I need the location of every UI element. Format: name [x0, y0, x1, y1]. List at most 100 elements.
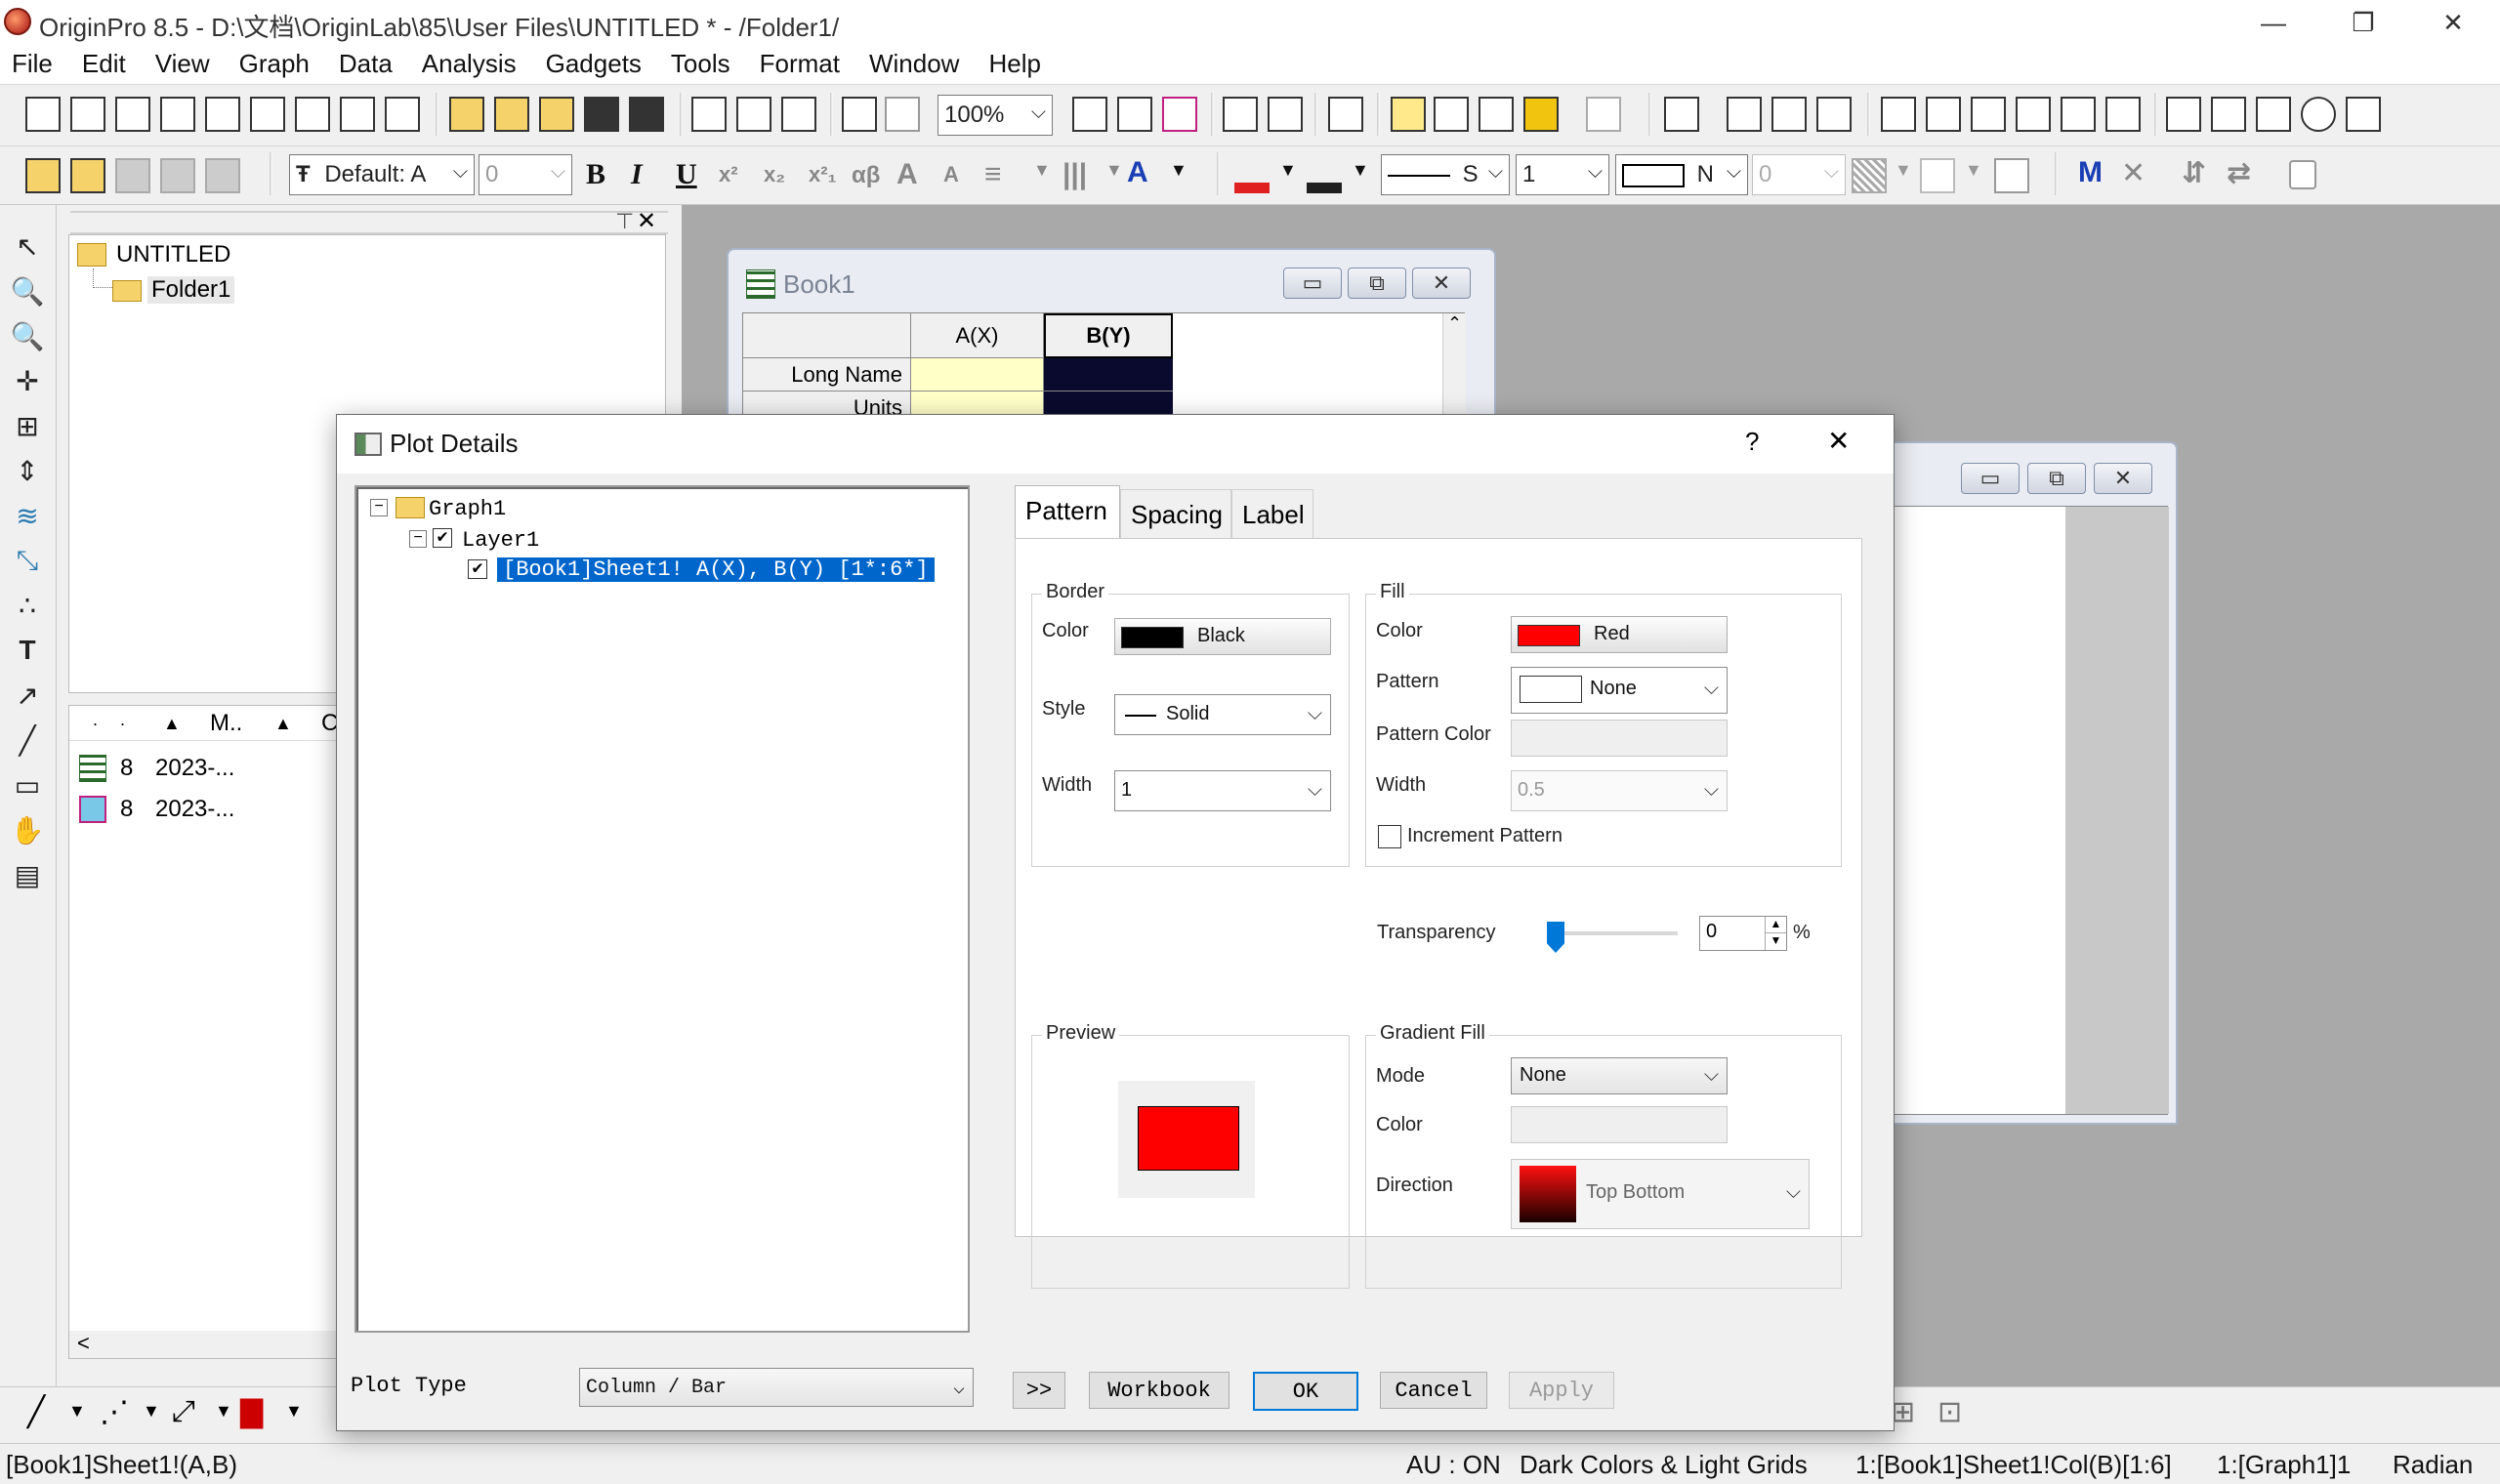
- explorer-close-icon[interactable]: ✕: [637, 207, 656, 235]
- tree-root[interactable]: UNTITLED: [116, 241, 230, 268]
- new-matrix-icon[interactable]: [250, 97, 285, 132]
- layer-1-icon[interactable]: [1727, 97, 1762, 132]
- new-folder-icon[interactable]: [70, 97, 105, 132]
- list-icon[interactable]: [2166, 97, 2201, 132]
- graph-rescale-icon[interactable]: [1664, 97, 1699, 132]
- increment-pattern-checkbox[interactable]: [1378, 825, 1401, 848]
- open-template-icon[interactable]: [494, 97, 529, 132]
- border-style-combo[interactable]: Solid ⌵: [1114, 694, 1331, 735]
- sort-asc-icon[interactable]: ▲: [274, 714, 292, 734]
- border-icon[interactable]: [1920, 158, 1955, 193]
- chevron-down-icon[interactable]: ▼: [1279, 160, 1297, 181]
- table-icon[interactable]: [1994, 158, 2029, 193]
- menu-edit[interactable]: Edit: [82, 49, 126, 79]
- sort-asc-icon[interactable]: ▲: [163, 714, 181, 734]
- data-reader-icon[interactable]: ⊞: [10, 408, 45, 443]
- tab-spacing[interactable]: Spacing: [1120, 489, 1231, 540]
- bold-button[interactable]: B: [586, 158, 605, 191]
- thermometer-icon[interactable]: [2256, 97, 2291, 132]
- close-icon[interactable]: ✕: [1412, 268, 1471, 299]
- supsub-icon[interactable]: x²₁: [809, 162, 837, 187]
- hand-icon[interactable]: ✋: [10, 812, 45, 847]
- draw-data-icon[interactable]: ⤡: [10, 543, 45, 578]
- menu-window[interactable]: Window: [869, 49, 959, 79]
- line-symbol-icon[interactable]: ⤢: [172, 1395, 195, 1428]
- new-layout-icon[interactable]: [340, 97, 375, 132]
- column-header-b[interactable]: B(Y): [1044, 313, 1173, 358]
- swap-icon[interactable]: ⇵: [2182, 156, 2206, 190]
- project-explorer-icon[interactable]: [1328, 97, 1363, 132]
- sort-icon[interactable]: .: [120, 710, 125, 730]
- scatter-icon[interactable]: ∴: [10, 588, 45, 623]
- regional-mask-icon[interactable]: ≋: [10, 498, 45, 533]
- axis-left-icon[interactable]: [2061, 97, 2096, 132]
- mask-icon[interactable]: M: [2078, 156, 2103, 189]
- new-notes-icon[interactable]: [385, 97, 420, 132]
- vertical-scrollbar[interactable]: ⌃: [1442, 313, 1466, 427]
- font-color-icon[interactable]: A: [1127, 156, 1148, 189]
- zoom-out-icon[interactable]: 🔍: [10, 318, 45, 353]
- border-color-button[interactable]: Black: [1114, 618, 1331, 655]
- line-style-combo[interactable]: S ⌵: [1381, 154, 1510, 195]
- chevron-down-icon[interactable]: ▼: [1965, 160, 1982, 181]
- menu-view[interactable]: View: [155, 49, 210, 79]
- superscript-icon[interactable]: x²: [719, 162, 738, 187]
- layer-2-icon[interactable]: [1771, 97, 1807, 132]
- worksheet-icon[interactable]: [2211, 97, 2246, 132]
- maximize-icon[interactable]: ⧉: [1348, 268, 1406, 299]
- column-plot-icon[interactable]: ▇: [240, 1395, 263, 1429]
- gradient-direction-combo[interactable]: Top Bottom ⌵: [1511, 1159, 1810, 1229]
- tab-pattern[interactable]: Pattern: [1015, 485, 1120, 540]
- spin-up-icon[interactable]: ▲: [1765, 917, 1786, 933]
- merge-icon[interactable]: ⊡: [1938, 1395, 1962, 1429]
- fill-color-icon[interactable]: [1234, 158, 1270, 193]
- scatter-plot-icon[interactable]: ⋰: [100, 1395, 129, 1429]
- fill-pattern-combo[interactable]: N ⌵: [1615, 154, 1748, 195]
- cell[interactable]: [1044, 358, 1173, 392]
- minimize-button[interactable]: —: [2229, 0, 2318, 45]
- edit-icon[interactable]: [25, 158, 61, 193]
- maximize-icon[interactable]: ⧉: [2027, 463, 2086, 494]
- chevron-down-icon[interactable]: ▼: [68, 1401, 86, 1422]
- menu-graph[interactable]: Graph: [239, 49, 310, 79]
- layer-icon[interactable]: ▤: [10, 857, 45, 892]
- import-wizard-icon[interactable]: [781, 97, 816, 132]
- print-icon[interactable]: [1072, 97, 1107, 132]
- line-width-combo[interactable]: 1 ⌵: [1516, 154, 1609, 195]
- minimize-icon[interactable]: ▭: [1283, 268, 1342, 299]
- code-builder-icon[interactable]: [1434, 97, 1469, 132]
- line-color-icon[interactable]: [1307, 158, 1342, 193]
- tree-layer1[interactable]: Layer1: [462, 528, 539, 553]
- data-selector-icon[interactable]: ⇕: [10, 453, 45, 488]
- scroll-left-icon[interactable]: <: [77, 1331, 90, 1356]
- custom-routine-icon[interactable]: [1479, 97, 1514, 132]
- expand-button[interactable]: >>: [1013, 1372, 1065, 1409]
- new-function-icon[interactable]: [295, 97, 330, 132]
- open-excel-icon[interactable]: [539, 97, 574, 132]
- import-ascii-icon[interactable]: [691, 97, 727, 132]
- duplicate-icon[interactable]: [1162, 97, 1197, 132]
- align-icon[interactable]: ≡: [984, 158, 1002, 191]
- save-project-icon[interactable]: [584, 97, 619, 132]
- menu-analysis[interactable]: Analysis: [422, 49, 517, 79]
- new-excel-icon[interactable]: [160, 97, 195, 132]
- axis-right-icon[interactable]: [1971, 97, 2006, 132]
- add-column-icon[interactable]: [1586, 97, 1621, 132]
- underline-button[interactable]: U: [676, 158, 697, 191]
- fill-width-combo[interactable]: 0.5 ⌵: [1511, 770, 1728, 811]
- fill-pattern-combo[interactable]: None ⌵: [1511, 667, 1728, 714]
- list-header-modified[interactable]: M..: [210, 710, 242, 737]
- sort-icon[interactable]: .: [93, 710, 98, 730]
- line-tool-icon[interactable]: ╱: [10, 722, 45, 758]
- font-size-combo[interactable]: 0 ⌵: [479, 154, 572, 195]
- chevron-down-icon[interactable]: ▼: [1105, 160, 1123, 181]
- axis-frame-icon[interactable]: [2016, 97, 2051, 132]
- grid-icon[interactable]: [2346, 97, 2381, 132]
- tree-plot-selected[interactable]: [Book1]Sheet1! A(X), B(Y) [1*:6*]: [496, 556, 936, 583]
- close-icon[interactable]: ✕: [2094, 463, 2152, 494]
- help-button[interactable]: ?: [1745, 427, 1759, 457]
- collapse-icon[interactable]: −: [409, 530, 427, 548]
- menu-tools[interactable]: Tools: [671, 49, 730, 79]
- exchange-icon[interactable]: ⇄: [2227, 156, 2251, 190]
- transparency-spinbox[interactable]: 0 ▲ ▼: [1699, 916, 1787, 951]
